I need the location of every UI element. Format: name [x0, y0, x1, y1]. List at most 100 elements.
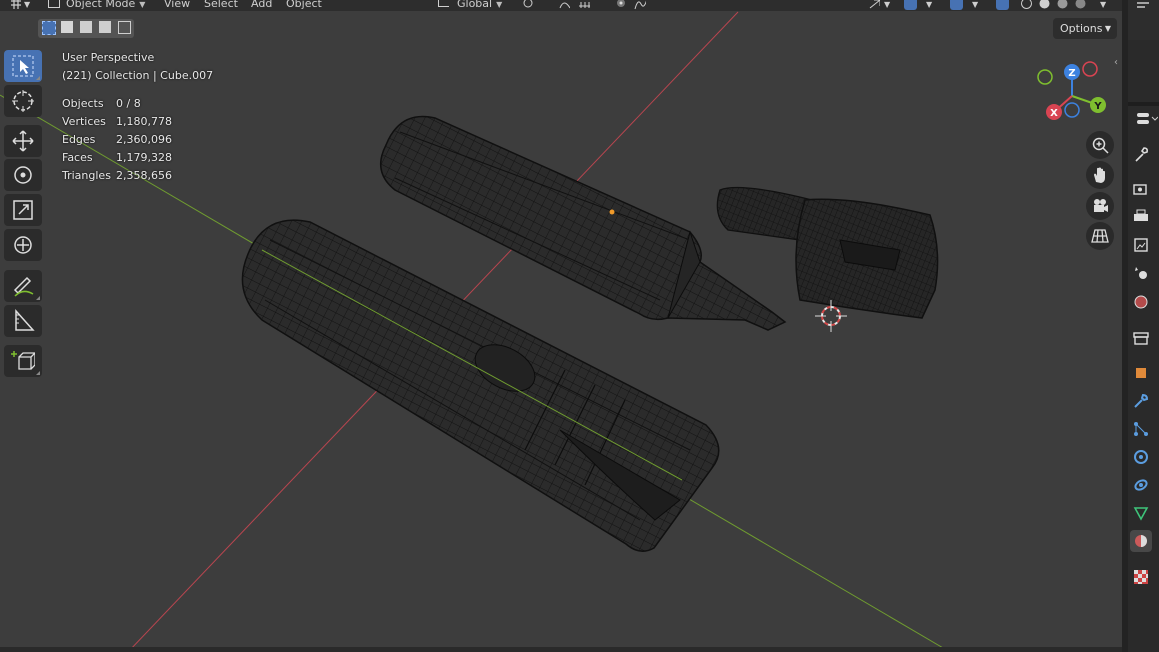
menu-add[interactable]: Add — [251, 0, 272, 11]
stat-row-faces: Faces 1,179,328 — [62, 149, 172, 167]
tab-scene[interactable] — [1130, 262, 1152, 284]
stat-row-edges: Edges 2,360,096 — [62, 131, 172, 149]
render-icon — [1133, 184, 1147, 195]
rendered-shading-icon[interactable] — [1074, 0, 1086, 10]
camera-view-button[interactable] — [1086, 192, 1114, 220]
chevron-down-icon[interactable]: ▼ — [884, 0, 890, 12]
move-icon — [12, 130, 34, 152]
select-subtract-icon[interactable] — [80, 21, 92, 33]
cursor-tool[interactable] — [4, 85, 42, 117]
chevron-down-icon: ▼ — [496, 0, 503, 9]
neg-z-axis-dot[interactable] — [1064, 102, 1080, 118]
options-dropdown[interactable]: Options ▼ — [1053, 18, 1117, 39]
x-axis-label: X — [1050, 108, 1058, 119]
orientation-icon — [438, 0, 449, 7]
chevron-down-icon[interactable]: ▼ — [926, 0, 932, 12]
chevron-down-icon[interactable]: ▼ — [972, 0, 978, 12]
tab-render[interactable] — [1130, 178, 1152, 200]
tab-particles[interactable] — [1130, 418, 1152, 440]
sidebar-toggle-icon[interactable]: ‹ — [1114, 57, 1118, 68]
tab-constraints[interactable] — [1130, 474, 1152, 496]
mode-dropdown[interactable]: Object Mode ▼ — [48, 0, 145, 11]
tab-collection[interactable] — [1130, 327, 1152, 349]
wireframe-sphere-icon[interactable] — [1020, 0, 1032, 10]
orientation-label: Global — [457, 0, 493, 10]
pan-button[interactable] — [1086, 161, 1114, 189]
xray-toggle-button[interactable] — [950, 0, 963, 10]
add-cube-tool[interactable] — [4, 345, 42, 377]
tab-view-layer[interactable] — [1130, 234, 1152, 256]
move-tool[interactable] — [4, 125, 42, 157]
menu-view[interactable]: View — [164, 0, 190, 11]
scale-icon — [13, 200, 33, 220]
constraints-icon — [1134, 479, 1148, 491]
chevron-down-icon: ▼ — [1104, 24, 1111, 33]
scene-statistics: Objects 0 / 8 Vertices 1,180,778 Edges 2,36… — [62, 95, 172, 185]
tab-material[interactable] — [1130, 530, 1152, 552]
tab-physics[interactable] — [1130, 446, 1152, 468]
tab-output[interactable] — [1130, 206, 1152, 228]
stat-label: Objects — [62, 97, 104, 110]
chevron-down-icon[interactable]: ▼ — [1100, 0, 1106, 12]
mode-label: Object Mode — [66, 0, 136, 10]
perspective-toggle-button[interactable] — [1086, 222, 1114, 250]
editor-type-icon[interactable] — [10, 0, 22, 10]
stat-value: 1,180,778 — [116, 115, 172, 128]
stat-label: Faces — [62, 151, 93, 164]
scale-tool[interactable] — [4, 194, 42, 226]
add-cube-icon — [11, 351, 35, 370]
tab-modifiers[interactable] — [1130, 390, 1152, 412]
menu-object[interactable]: Object — [286, 0, 322, 11]
falloff-icon[interactable] — [634, 0, 646, 10]
chevron-down-icon: ▼ — [139, 0, 146, 9]
snap-icon[interactable] — [558, 0, 570, 10]
measure-tool[interactable] — [4, 305, 42, 337]
neg-x-axis-dot[interactable] — [1082, 61, 1098, 77]
solid-shading-icon[interactable] — [1038, 0, 1050, 10]
menu-select[interactable]: Select — [204, 0, 238, 11]
annotate-tool[interactable] — [4, 270, 42, 302]
stat-label: Triangles — [62, 169, 111, 182]
zoom-icon — [1092, 137, 1109, 154]
select-extend-icon[interactable] — [61, 21, 73, 33]
object-icon — [1136, 368, 1146, 378]
viewport-info: User Perspective (221) Collection | Cube… — [62, 49, 213, 85]
transform-orientation-dropdown[interactable]: Global ▼ — [438, 0, 502, 11]
wrench-icon — [1134, 393, 1149, 408]
tab-object[interactable] — [1130, 362, 1152, 384]
pencil-icon — [13, 276, 34, 297]
tab-texture[interactable] — [1130, 566, 1152, 588]
select-mode-group — [38, 19, 134, 38]
transform-tool[interactable] — [4, 229, 42, 261]
tool-corner-icon — [36, 76, 40, 80]
texture-icon — [1134, 570, 1148, 584]
rotate-tool[interactable] — [4, 159, 42, 191]
zoom-button[interactable] — [1086, 131, 1114, 159]
wireframe-shading-button[interactable] — [996, 0, 1009, 10]
3d-viewport[interactable]: ▼ Object Mode ▼ View Select Add Object Gl… — [0, 0, 1122, 652]
select-box-tool[interactable] — [4, 50, 42, 82]
tab-tool[interactable] — [1130, 143, 1152, 165]
select-invert-icon[interactable] — [99, 21, 111, 33]
hand-icon — [1094, 167, 1105, 183]
tab-data[interactable] — [1130, 502, 1152, 524]
stat-value: 2,360,096 — [116, 133, 172, 146]
select-intersect-icon[interactable] — [118, 21, 131, 34]
overlay-toggle-button[interactable] — [904, 0, 917, 10]
tab-world[interactable] — [1130, 291, 1152, 313]
panel-divider[interactable] — [1128, 102, 1159, 106]
outliner-editor-icon[interactable] — [1136, 0, 1150, 9]
physics-icon — [1134, 450, 1148, 464]
pivot-icon[interactable] — [522, 0, 534, 10]
editor-type-chevron[interactable]: ▼ — [24, 0, 30, 12]
material-preview-icon[interactable] — [1056, 0, 1068, 10]
printer-icon — [1134, 209, 1148, 221]
proportional-edit-icon[interactable] — [614, 0, 626, 10]
select-new-icon[interactable] — [42, 21, 56, 35]
navigation-gizmo[interactable]: Z Y X — [1032, 58, 1112, 128]
properties-editor-icon[interactable] — [1136, 111, 1158, 127]
neg-y-axis-dot[interactable] — [1037, 69, 1053, 85]
gizmo-visibility-icon[interactable] — [868, 0, 880, 10]
tool-corner-icon — [36, 371, 40, 375]
snap-target-icon[interactable] — [578, 0, 590, 10]
